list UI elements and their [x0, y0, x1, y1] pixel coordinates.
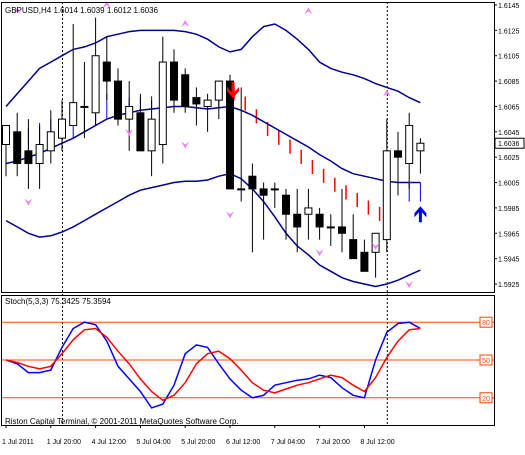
candle-bull [80, 105, 89, 108]
candle-bear [181, 74, 190, 107]
candle-bear [24, 150, 33, 165]
price-tick-label: 1.6125 [498, 28, 520, 35]
candle-bull [382, 150, 391, 241]
candle-bull [270, 188, 279, 191]
time-tick-label: 5 Jul 20:00 [181, 439, 215, 446]
candle-bear [293, 213, 302, 228]
candle-bull [125, 105, 134, 120]
price-tick-label: 1.6065 [498, 104, 520, 111]
time-tick-label: 8 Jul 12:00 [360, 439, 394, 446]
candle-bull [35, 144, 44, 165]
candle-bear [192, 97, 201, 105]
candle-bull [147, 118, 156, 152]
chart-background [0, 0, 525, 450]
candle-bear [349, 239, 358, 260]
candle-bull [58, 118, 66, 139]
candle-bull [158, 61, 167, 145]
time-tick-label: 1 Jul 2011 [2, 439, 34, 446]
time-tick-label: 1 Jul 20:00 [47, 439, 81, 446]
candle-bull [91, 55, 100, 114]
candle-bear [282, 194, 290, 215]
candle-bull [2, 124, 10, 145]
price-tick-label: 1.6085 [498, 79, 520, 86]
price-tick-label: 1.6045 [498, 130, 520, 137]
price-tick-label: 1.5945 [498, 257, 520, 264]
stoch-level-label: 80 [482, 320, 490, 327]
candle-bear [248, 175, 257, 190]
current-price-label: 1.6036 [498, 141, 520, 148]
price-tick-label: 1.6005 [498, 181, 520, 188]
price-tick-label: 1.6025 [498, 155, 520, 162]
candle-bull [214, 80, 223, 101]
time-tick-label: 6 Jul 12:00 [226, 439, 260, 446]
candle-bull [326, 226, 335, 229]
chart-canvas[interactable]: 80 50 20 1.6145 1.6125 1.6105 1.6085 1.6065 1.6… [0, 0, 525, 450]
candle-bear [315, 213, 324, 228]
candle-bear [13, 131, 22, 165]
candle-bull [46, 131, 55, 152]
candle-bull [69, 102, 78, 126]
candle-bear [170, 61, 178, 101]
candle-bull [203, 99, 212, 107]
time-tick-label: 7 Jul 04:00 [271, 439, 305, 446]
price-tick-label: 1.5985 [498, 206, 520, 213]
candle-bull [405, 124, 414, 165]
time-tick-label: 7 Jul 20:00 [316, 439, 350, 446]
stoch-level-label: 50 [482, 358, 490, 365]
trading-chart[interactable]: 80 50 20 1.6145 1.6125 1.6105 1.6085 1.6065 1.6… [0, 0, 525, 450]
candle-bear [136, 112, 145, 152]
price-tick-label: 1.5925 [498, 282, 520, 289]
candle-bull [237, 188, 246, 191]
price-tick-label: 1.6105 [498, 54, 520, 61]
price-tick-label: 1.5965 [498, 231, 520, 238]
candle-bear [338, 226, 346, 234]
candle-bear [394, 150, 402, 158]
symbol-info: GBPUSD,H4 1.6014 1.6039 1.6012 1.6036 [5, 6, 159, 15]
stoch-indicator-title: Stoch(5,3,3) 75.3425 75.3594 [5, 297, 111, 306]
candle-bear [259, 188, 268, 196]
candle-bear [102, 61, 111, 82]
candle-bear [114, 80, 122, 120]
copyright-text: Riston Capital Terminal, © 2001-2011 Met… [5, 417, 239, 426]
price-tick-label: 1.6145 [498, 3, 520, 10]
candle-bear [360, 251, 369, 272]
candle-bull [416, 142, 425, 152]
time-tick-label: 4 Jul 12:00 [92, 439, 126, 446]
stoch-level-label: 20 [482, 396, 490, 403]
time-tick-label: 5 Jul 04:00 [136, 439, 170, 446]
candle-bull [304, 207, 313, 215]
